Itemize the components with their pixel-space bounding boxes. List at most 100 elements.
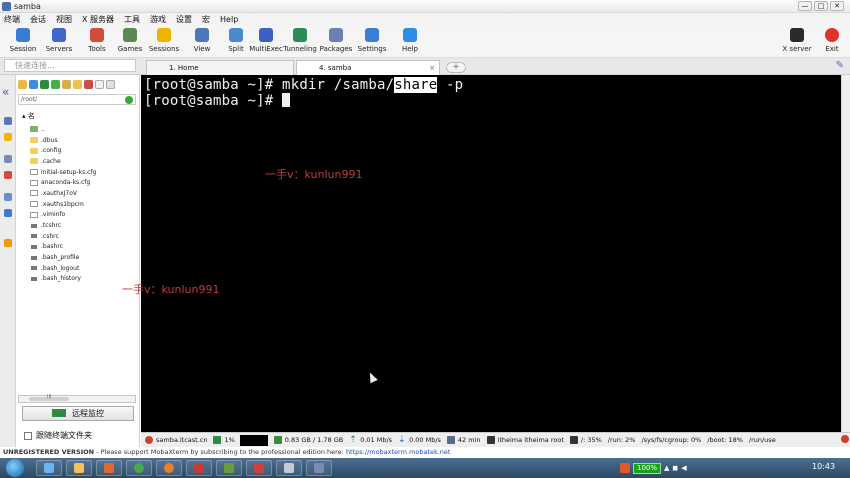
folder-icon (30, 158, 38, 165)
file-icon (31, 276, 37, 281)
taskbar-app-9[interactable] (276, 460, 302, 476)
toolbar-x-server-button[interactable]: X server (777, 25, 817, 58)
file-list-item[interactable]: .. (30, 124, 140, 135)
subscribe-link[interactable]: https://mobaxterm.mobatek.net (346, 448, 451, 456)
new-file-icon[interactable] (62, 80, 71, 89)
input-method-icon[interactable] (620, 463, 630, 473)
upload-icon[interactable] (40, 80, 49, 89)
taskbar-firefox[interactable] (156, 460, 182, 476)
refresh-icon[interactable] (51, 80, 60, 89)
file-list-item[interactable]: .tcshrc (30, 220, 140, 231)
taskbar-app-10[interactable] (306, 460, 332, 476)
menu-help[interactable]: Help (220, 15, 238, 24)
maximize-button[interactable]: □ (814, 1, 828, 11)
file-list-item[interactable]: .bash_logout (30, 263, 140, 274)
remote-monitoring-button[interactable]: 远程监控 (22, 406, 134, 421)
taskbar-explorer[interactable] (66, 460, 92, 476)
file-icon (30, 201, 38, 208)
quick-connect-input[interactable]: 快速连接... (4, 59, 136, 72)
menu-terminal[interactable]: 终端 (4, 14, 20, 25)
network-icon[interactable]: ◼ (672, 464, 678, 472)
terminal-scrollbar[interactable] (841, 75, 850, 432)
minimize-button[interactable]: — (798, 1, 812, 11)
properties-icon[interactable] (95, 80, 104, 89)
taskbar-app-3[interactable] (96, 460, 122, 476)
tools-rail-icon[interactable] (4, 155, 12, 163)
paperclip-icon[interactable]: ✎ (836, 60, 844, 71)
tab-home[interactable]: 1. Home (146, 60, 294, 75)
start-button[interactable] (6, 459, 24, 477)
hidden-files-icon[interactable] (106, 80, 115, 89)
sftp-rail-icon[interactable] (4, 193, 12, 201)
pen-rail-icon[interactable] (4, 209, 12, 217)
delete-icon[interactable] (84, 80, 93, 89)
toolbar-help-button[interactable]: Help (390, 25, 430, 58)
tab-close-icon[interactable]: × (429, 61, 435, 75)
collapse-sidebar-icon[interactable]: « (2, 85, 9, 99)
file-list-item[interactable]: .bash_profile (30, 252, 140, 263)
taskbar-app-7[interactable] (216, 460, 242, 476)
file-list-item[interactable]: .dbus (30, 135, 140, 146)
path-field[interactable]: /root/ (18, 94, 136, 105)
horizontal-scrollbar[interactable]: III (18, 394, 136, 403)
volume-icon[interactable]: ◀ (681, 464, 686, 472)
file-list-item[interactable]: .xauthxJ7oV (30, 188, 140, 199)
sftp-panel: /root/ ▴ 名 .. .dbus .config .cache initial-s… (16, 75, 140, 447)
menu-xserver[interactable]: X 服务器 (82, 14, 114, 25)
sftp-active-icon[interactable] (4, 239, 12, 247)
file-list-item[interactable]: .cache (30, 156, 140, 167)
file-list-item[interactable]: .bashrc (30, 242, 140, 253)
follow-terminal-label: 跟随终端文件夹 (36, 431, 92, 440)
close-status-icon[interactable] (841, 435, 849, 443)
taskbar-app-8[interactable] (246, 460, 272, 476)
file-list-item[interactable]: .config (30, 145, 140, 156)
new-folder-icon[interactable] (73, 80, 82, 89)
menu-settings[interactable]: 设置 (176, 14, 192, 25)
checkbox-icon[interactable] (24, 431, 32, 440)
menu-games[interactable]: 游戏 (150, 14, 166, 25)
file-name: .viminfo (41, 211, 66, 219)
menu-tools[interactable]: 工具 (124, 14, 140, 25)
macros-rail-icon[interactable] (4, 171, 12, 179)
file-list-item[interactable]: anaconda-ks.cfg (30, 177, 140, 188)
games-icon (123, 28, 137, 42)
clock[interactable]: 10:43 (812, 462, 835, 471)
toolbar-packages-button[interactable]: Packages (316, 25, 356, 58)
settings-icon (365, 28, 379, 42)
menu-view[interactable]: 视图 (56, 14, 72, 25)
toolbar-session-button[interactable]: Session (3, 25, 43, 58)
close-button[interactable]: ✕ (830, 1, 844, 11)
file-list-item[interactable]: .cshrc (30, 231, 140, 242)
tab-samba[interactable]: 4. samba × (296, 60, 440, 75)
toolbar-label: MultiExec (249, 45, 283, 53)
sessions-rail-icon[interactable] (4, 117, 12, 125)
file-list-item[interactable]: .xauths1bpcm (30, 199, 140, 210)
status-disk-runuser: /run/use (748, 436, 776, 444)
file-name: .bash_profile (41, 254, 80, 262)
toolbar-settings-button[interactable]: Settings (352, 25, 392, 58)
menu-session[interactable]: 会话 (30, 14, 46, 25)
windows-taskbar: 100% ▲ ◼ ◀ 10:43 (0, 458, 850, 478)
follow-terminal-checkbox[interactable]: 跟随终端文件夹 (24, 430, 92, 441)
taskbar-app-6[interactable] (186, 460, 212, 476)
toolbar-exit-button[interactable]: Exit (812, 25, 850, 58)
file-list-item[interactable]: .viminfo (30, 210, 140, 221)
taskbar-chrome[interactable] (126, 460, 152, 476)
toolbar-servers-button[interactable]: Servers (39, 25, 79, 58)
battery-indicator[interactable]: 100% (633, 462, 662, 474)
taskbar-app-1[interactable] (36, 460, 62, 476)
file-list-item[interactable]: initial-setup-ks.cfg (30, 167, 140, 178)
tray-arrow-icon[interactable]: ▲ (664, 464, 669, 472)
new-tab-button[interactable]: + (446, 62, 466, 73)
toolbar-sessions-button[interactable]: Sessions (144, 25, 184, 58)
terminal-area[interactable]: [root@samba ~]# mkdir /samba/share -p [r… (141, 75, 841, 432)
favorites-star-icon[interactable] (4, 133, 12, 141)
menu-macros[interactable]: 宏 (202, 14, 210, 25)
name-column-header[interactable]: ▴ 名 (22, 111, 35, 121)
path-ok-icon[interactable] (125, 96, 133, 104)
toolbar-tunneling-button[interactable]: Tunneling (280, 25, 320, 58)
status-upload: 0.01 Mb/s (360, 436, 393, 444)
download-icon[interactable] (29, 80, 38, 89)
parent-folder-icon[interactable] (18, 80, 27, 89)
status-bar: samba.itcast.cn 1% 0.83 GB / 1.78 GB ⇡ 0.… (141, 432, 850, 447)
